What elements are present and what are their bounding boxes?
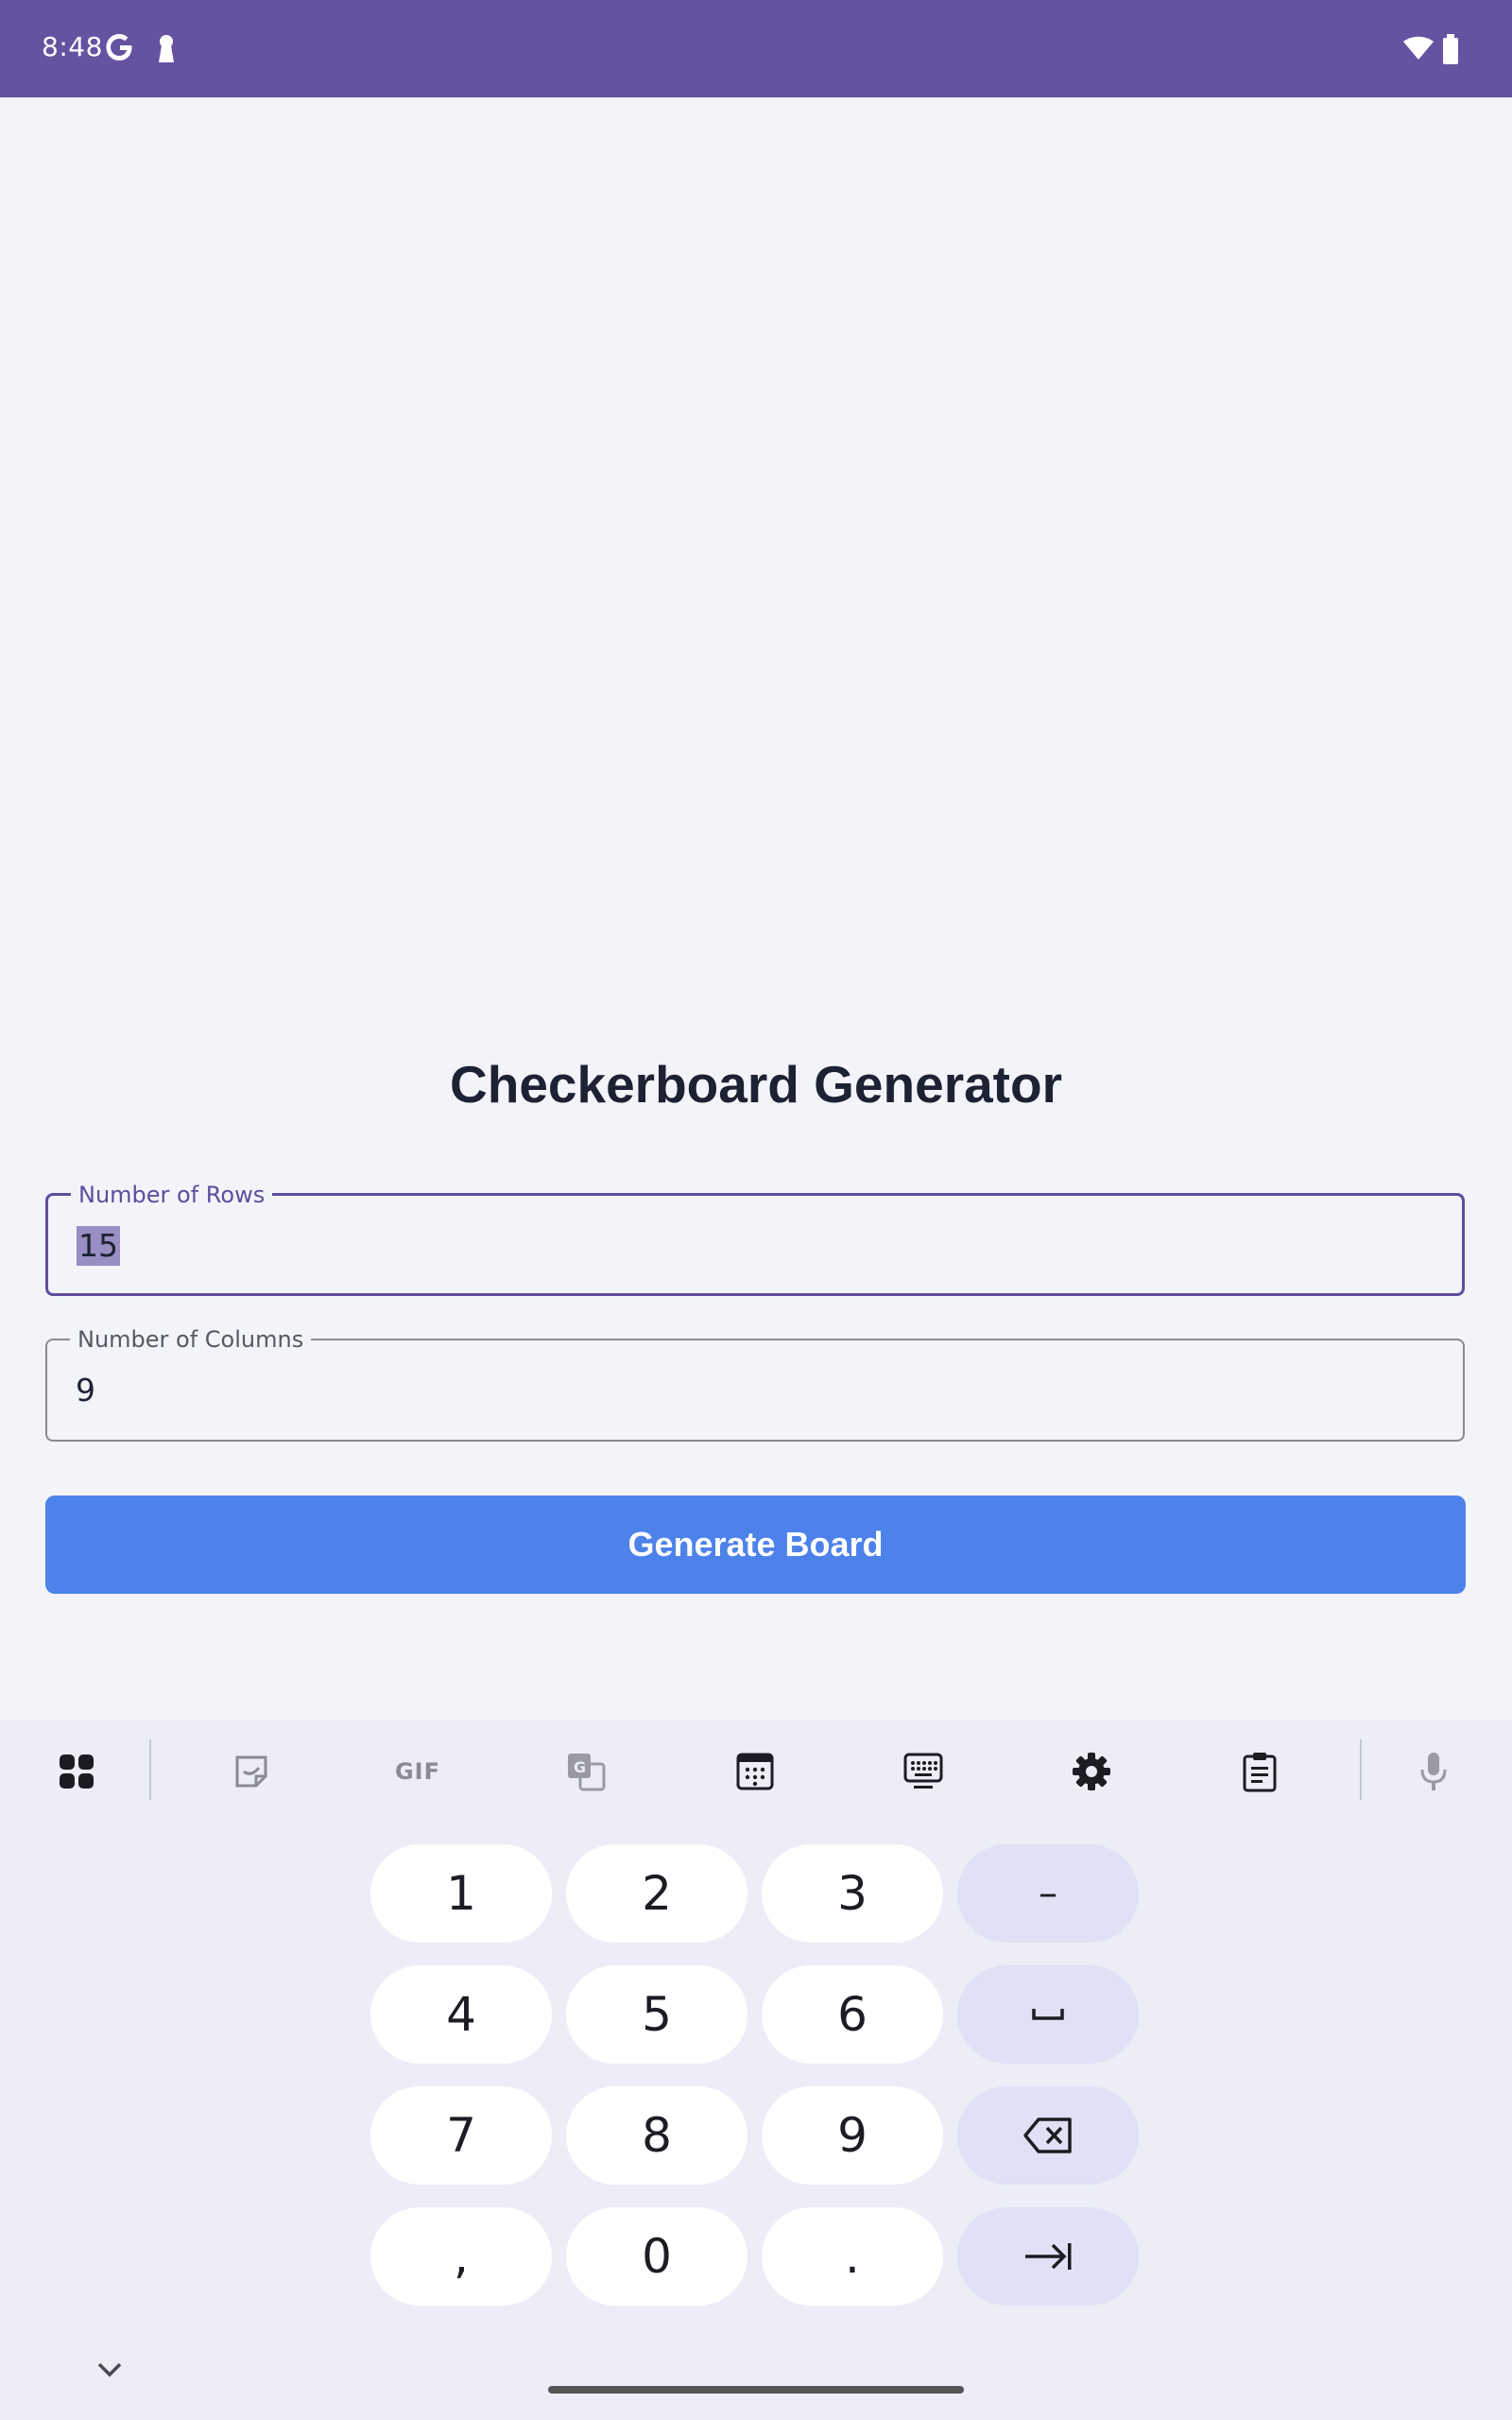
toolbar-divider [1360,1739,1362,1800]
columns-field[interactable]: Number of Columns 9 [45,1325,1465,1442]
on-screen-keyboard: GIF G 1 2 3 – 4 5 6 7 8 9 , 0 . [0,1720,1512,2420]
collapse-keyboard-icon[interactable] [91,2356,129,2384]
keyboard-icon[interactable] [895,1743,952,1800]
key-comma[interactable]: , [370,2207,552,2306]
sticker-icon[interactable] [223,1743,280,1800]
google-g-icon [106,32,134,67]
key-4[interactable]: 4 [370,1965,552,2064]
backspace-icon [1023,2118,1072,2153]
key-0[interactable]: 0 [566,2207,747,2306]
clipboard-icon[interactable] [1231,1743,1288,1800]
key-7[interactable]: 7 [370,2086,552,2185]
page-title: Checkerboard Generator [450,1055,1062,1114]
home-gesture-bar[interactable] [548,2386,964,2394]
svg-text:G: G [574,1758,586,1776]
microphone-icon[interactable] [1405,1743,1462,1800]
keyhole-icon [156,34,177,69]
number-pad-icon[interactable] [727,1743,783,1800]
key-dash[interactable]: – [957,1844,1139,1943]
gif-icon[interactable]: GIF [389,1743,446,1800]
key-5[interactable]: 5 [566,1965,747,2064]
toolbar-divider [149,1739,151,1800]
translate-icon[interactable]: G [558,1743,614,1800]
status-time: 8:48 [42,31,103,62]
backspace-key[interactable] [957,2086,1139,2185]
rows-field[interactable]: Number of Rows 15 [45,1181,1465,1296]
columns-field-value[interactable]: 9 [76,1371,95,1410]
columns-field-label: Number of Columns [70,1325,312,1354]
key-3[interactable]: 3 [762,1844,943,1943]
apps-grid-icon[interactable] [48,1743,105,1800]
key-9[interactable]: 9 [762,2086,943,2185]
generate-board-button[interactable]: Generate Board [45,1495,1466,1594]
settings-gear-icon[interactable] [1063,1743,1120,1800]
rows-field-value[interactable]: 15 [77,1226,120,1266]
gif-label: GIF [394,1758,441,1785]
key-period[interactable]: . [762,2207,943,2306]
space-icon [1032,2009,1064,2020]
wifi-icon [1402,36,1435,65]
key-8[interactable]: 8 [566,2086,747,2185]
key-6[interactable]: 6 [762,1965,943,2064]
app-content: Checkerboard Generator Number of Rows 15… [0,97,1512,1720]
tab-next-icon [1025,2243,1072,2270]
status-bar: 8:48 [0,0,1512,97]
space-key[interactable] [957,1965,1139,2064]
key-1[interactable]: 1 [370,1844,552,1943]
key-2[interactable]: 2 [566,1844,747,1943]
rows-field-label: Number of Rows [71,1181,273,1209]
battery-icon [1442,34,1459,69]
next-field-key[interactable] [957,2207,1139,2306]
